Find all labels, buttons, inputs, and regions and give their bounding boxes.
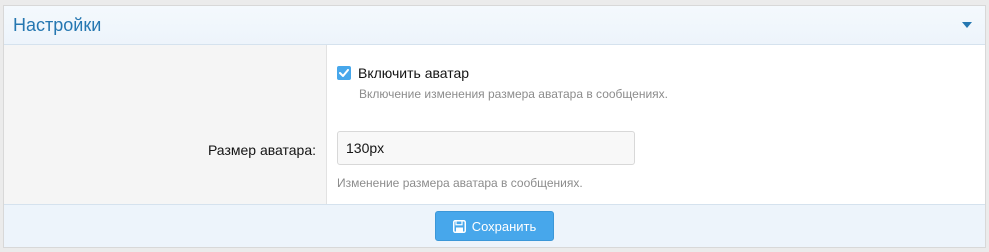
panel-title: Настройки — [13, 15, 102, 35]
checkmark-icon — [339, 69, 349, 77]
avatar-size-label: Размер аватара: — [207, 142, 316, 158]
save-button[interactable]: Сохранить — [435, 211, 554, 241]
save-icon — [452, 219, 466, 233]
enable-avatar-checkbox-row[interactable]: Включить аватар — [337, 65, 469, 81]
settings-panel: Настройки Размер аватара: Включить авата… — [3, 5, 986, 248]
enable-avatar-checkbox[interactable] — [337, 66, 351, 80]
enable-avatar-label: Включить аватар — [358, 65, 470, 81]
avatar-size-input[interactable] — [337, 131, 635, 165]
panel-header: Настройки — [4, 6, 985, 45]
form-body: Размер аватара: Включить аватар Включени… — [4, 45, 985, 206]
field-column: Включить аватар Включение изменения разм… — [327, 45, 985, 206]
chevron-down-icon[interactable] — [959, 17, 975, 33]
enable-avatar-hint: Включение изменения размера аватара в со… — [359, 87, 668, 101]
form-footer: Сохранить — [4, 204, 985, 247]
avatar-size-hint: Изменение размера аватара в сообщениях. — [337, 176, 583, 190]
label-column: Размер аватара: — [4, 45, 327, 206]
save-button-label: Сохранить — [471, 218, 537, 234]
